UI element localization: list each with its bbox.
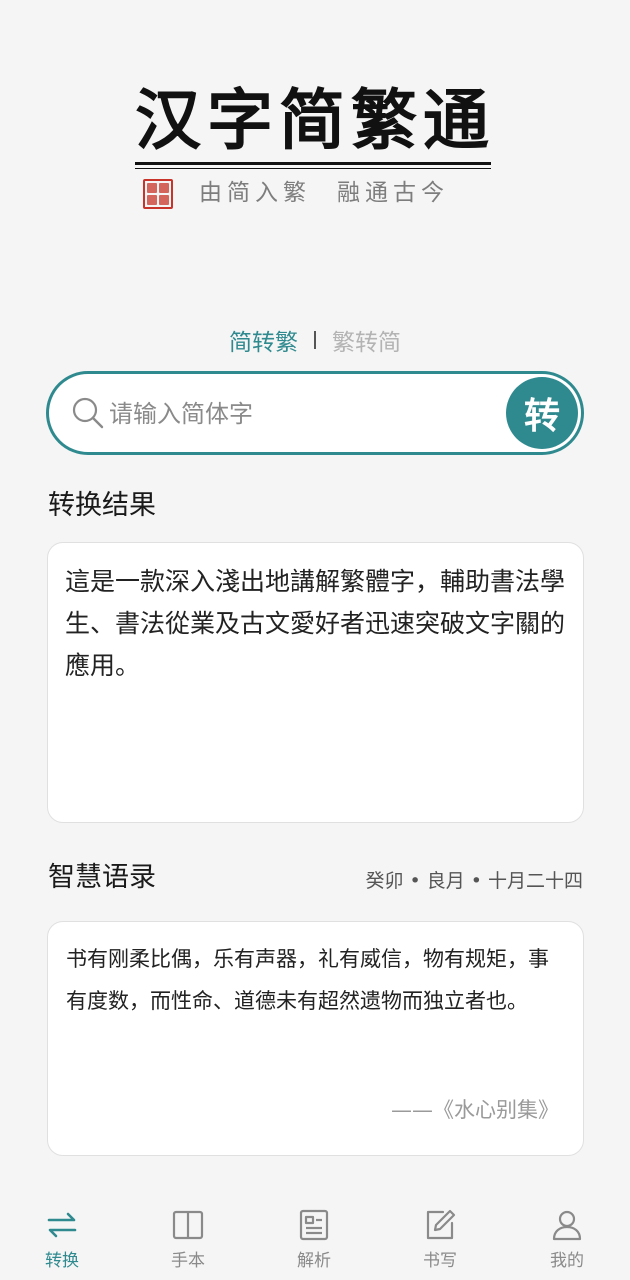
quote-section-title: 智慧语录 <box>48 862 156 893</box>
user-icon <box>552 1210 582 1241</box>
logo-rule-thin <box>135 168 491 169</box>
date-separator: • <box>409 870 421 892</box>
result-card: 這是一款深入淺出地講解繁體字，輔助書法學生、書法從業及古文愛好者迅速突破文字關的… <box>47 542 584 823</box>
mode-simplified-to-traditional-tab[interactable]: 简转繁 <box>229 323 298 357</box>
nav-label: 转换 <box>45 1251 79 1271</box>
date-separator: • <box>470 870 482 892</box>
search-bar: 转 <box>46 371 584 455</box>
result-text[interactable]: 這是一款深入淺出地講解繁體字，輔助書法學生、書法從業及古文愛好者迅速突破文字關的… <box>65 561 575 687</box>
logo-subtitle: 由简入繁 融通古今 <box>199 178 449 208</box>
nav-item-convert[interactable]: 转换 <box>22 1208 102 1274</box>
swap-icon <box>47 1212 77 1238</box>
mode-divider <box>314 331 316 349</box>
bottom-nav: 转换 手本 解析 书写 我的 <box>0 1200 630 1280</box>
quote-card: 书有刚柔比偶，乐有声器，礼有威信，物有规矩，事有度数，而性命、道德未有超然遗物而… <box>47 921 584 1156</box>
nav-item-analysis[interactable]: 解析 <box>274 1208 354 1274</box>
lunar-date: 癸卯 • 良月 • 十月二十四 <box>366 866 583 893</box>
analysis-icon <box>299 1209 329 1241</box>
quote-text: 书有刚柔比偶，乐有声器，礼有威信，物有规矩，事有度数，而性命、道德未有超然遗物而… <box>66 947 549 1013</box>
logo-rule-thick <box>135 162 491 165</box>
nav-label: 解析 <box>297 1251 331 1271</box>
nav-item-write[interactable]: 书写 <box>400 1208 480 1274</box>
quote-source: ——《水心别集》 <box>391 1098 559 1122</box>
date-year: 癸卯 <box>365 870 404 892</box>
mode-toggle: 简转繁 繁转简 <box>0 322 630 358</box>
date-day: 十月二十四 <box>487 870 583 892</box>
logo-title: 汉字简繁通 <box>135 81 495 159</box>
nav-item-mine[interactable]: 我的 <box>527 1208 607 1274</box>
logo-subtitle-1: 由简入繁 <box>199 180 311 206</box>
book-icon <box>172 1210 204 1240</box>
nav-label: 我的 <box>550 1251 584 1271</box>
nav-item-handbook[interactable]: 手本 <box>148 1208 228 1274</box>
result-section-title: 转换结果 <box>48 490 156 521</box>
nav-label: 书写 <box>423 1251 457 1271</box>
search-icon <box>72 397 104 429</box>
app-logo: 汉字简繁通 由简入繁 融通古今 <box>135 80 495 210</box>
date-month-name: 良月 <box>426 870 465 892</box>
mode-traditional-to-simplified-tab[interactable]: 繁转简 <box>332 323 401 357</box>
logo-subtitle-2: 融通古今 <box>337 180 449 206</box>
nav-label: 手本 <box>171 1251 205 1271</box>
edit-icon <box>426 1209 456 1240</box>
seal-stamp-icon <box>143 179 173 209</box>
convert-button[interactable]: 转 <box>506 377 578 449</box>
search-input[interactable] <box>109 392 489 436</box>
